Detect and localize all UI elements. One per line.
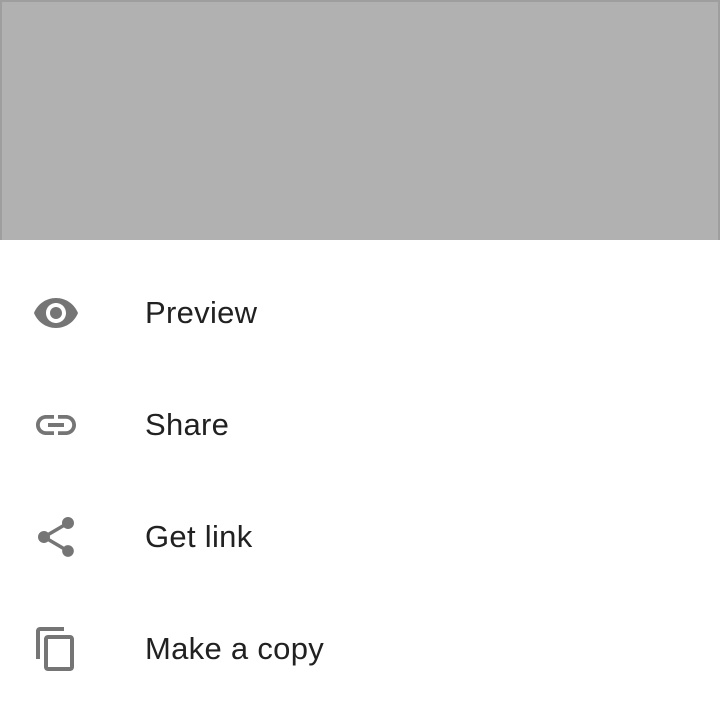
menu-item-share[interactable]: Share xyxy=(0,369,720,481)
menu-item-preview[interactable]: Preview xyxy=(0,257,720,369)
screen: Preview Share Get link Make a copy xyxy=(0,0,720,720)
bottom-sheet-menu: Preview Share Get link Make a copy xyxy=(0,240,720,720)
copy-icon xyxy=(32,625,80,673)
menu-item-label: Preview xyxy=(145,295,258,330)
link-icon xyxy=(32,401,80,449)
eye-icon xyxy=(32,289,80,337)
menu-item-label: Get link xyxy=(145,519,253,554)
menu-item-label: Make a copy xyxy=(145,631,325,666)
share-icon xyxy=(32,513,80,561)
dimmed-background-scrim[interactable] xyxy=(0,0,720,240)
menu-item-label: Share xyxy=(145,407,230,442)
menu-item-make-a-copy[interactable]: Make a copy xyxy=(0,593,720,705)
menu-item-get-link[interactable]: Get link xyxy=(0,481,720,593)
